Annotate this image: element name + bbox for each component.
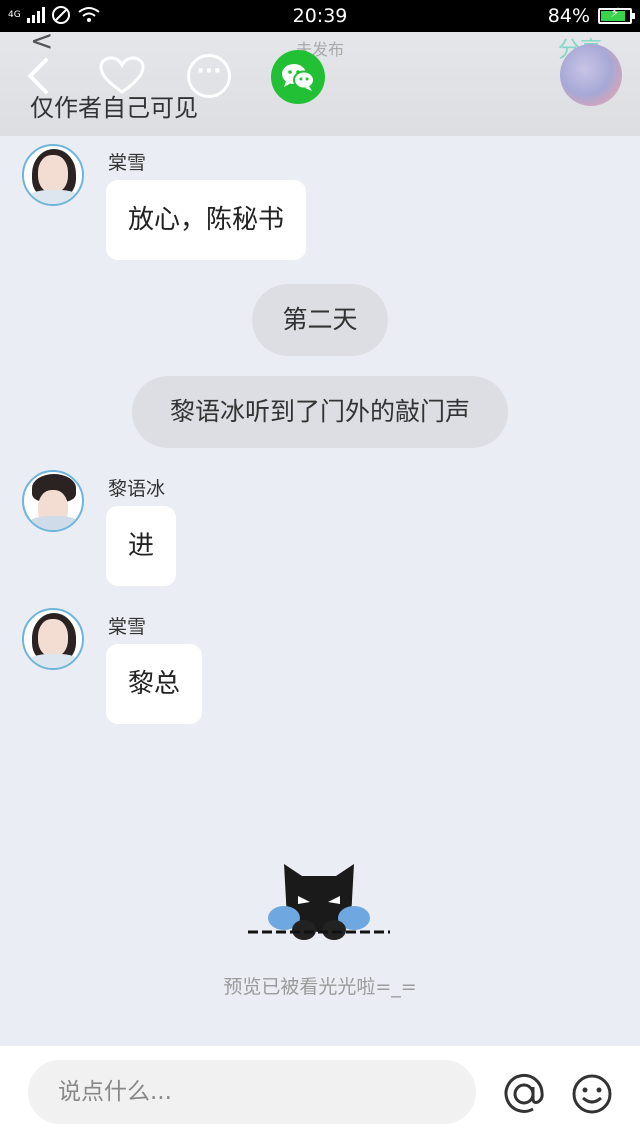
status-right: 84% ⚡	[547, 5, 635, 27]
battery-percent: 84%	[547, 5, 590, 27]
narration-bubble: 黎语冰听到了门外的敲门声	[132, 376, 508, 448]
battery-icon: ⚡	[598, 6, 635, 24]
clock: 20:39	[292, 5, 348, 27]
message-bubble: 进	[106, 506, 177, 586]
sender-name: 棠雪	[108, 152, 147, 174]
comment-bar	[0, 1046, 640, 1138]
preview-notice: 预览已被看光光啦=_=	[223, 976, 417, 998]
mention-icon[interactable]	[503, 1073, 545, 1115]
wechat-icon	[282, 64, 315, 91]
author-avatar[interactable]	[560, 44, 622, 106]
emoji-icon[interactable]	[571, 1073, 613, 1115]
status-bar: 4G 20:39 84% ⚡	[0, 0, 640, 32]
sender-name: 棠雪	[108, 616, 147, 638]
charging-icon: ⚡	[610, 6, 620, 21]
message-bubble: 黎总	[106, 644, 203, 724]
peeking-cat-icon	[248, 864, 390, 940]
comment-input[interactable]	[28, 1060, 476, 1124]
message-bubble: 放心，陈秘书	[106, 180, 307, 260]
sender-name: 黎语冰	[108, 478, 166, 500]
avatar[interactable]	[22, 470, 84, 532]
visibility-label: 仅作者自己可见	[30, 94, 198, 122]
wechat-share-button[interactable]	[271, 50, 325, 104]
more-icon: ···	[196, 59, 222, 84]
narration-bubble: 第二天	[252, 284, 388, 356]
avatar[interactable]	[22, 144, 84, 206]
avatar[interactable]	[22, 608, 84, 670]
